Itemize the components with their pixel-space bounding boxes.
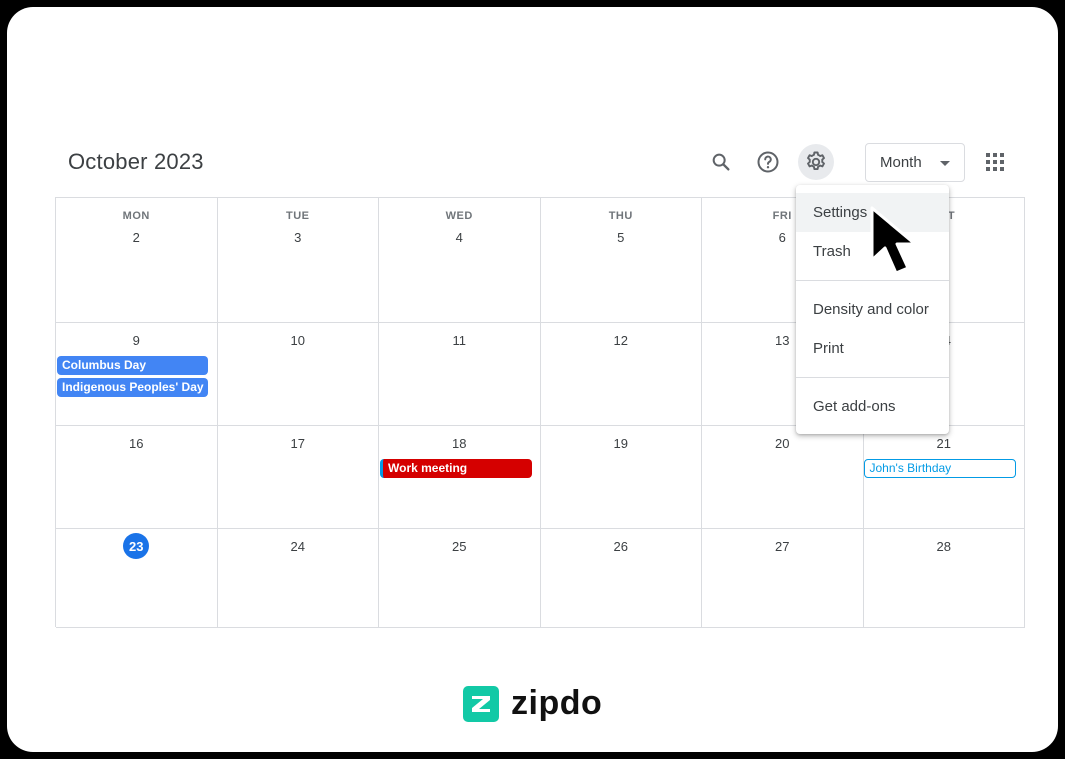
help-icon <box>757 151 779 173</box>
date-number[interactable]: 3 <box>218 230 379 245</box>
menu-divider <box>796 377 949 378</box>
search-icon <box>712 153 730 171</box>
gear-icon <box>807 151 825 171</box>
view-selector-button[interactable]: Month <box>865 143 965 182</box>
screenshot-frame: October 2023 Month MON 2 TUE 3 WED 4 THU… <box>7 7 1058 752</box>
day-cell[interactable]: 24 <box>217 529 379 628</box>
date-number[interactable]: 28 <box>864 539 1025 554</box>
help-button[interactable] <box>750 144 786 180</box>
date-number[interactable]: 17 <box>218 436 379 451</box>
day-cell[interactable]: 21 John's Birthday <box>863 426 1025 529</box>
apps-grid-icon <box>986 153 1004 171</box>
day-cell[interactable]: WED 4 <box>379 198 541 323</box>
menu-item-print[interactable]: Print <box>796 329 949 368</box>
weekday-label: TUE <box>286 210 310 222</box>
date-number[interactable]: 2 <box>56 230 217 245</box>
weekday-label: MON <box>122 210 150 222</box>
day-cell[interactable]: 28 <box>863 529 1025 628</box>
caret-down-icon <box>940 161 950 166</box>
date-number[interactable]: 4 <box>379 230 540 245</box>
date-number[interactable]: 27 <box>702 539 863 554</box>
day-cell[interactable]: 11 <box>379 323 541 426</box>
settings-button[interactable] <box>798 144 834 180</box>
mouse-pointer-icon <box>870 206 917 275</box>
date-number[interactable]: 26 <box>541 539 702 554</box>
date-number[interactable]: 21 <box>864 436 1025 451</box>
day-cell[interactable]: 19 <box>540 426 702 529</box>
day-cell[interactable]: 17 <box>217 426 379 529</box>
date-number[interactable]: 10 <box>218 333 379 348</box>
menu-item-get-add-ons[interactable]: Get add-ons <box>796 387 949 426</box>
date-number[interactable]: 20 <box>702 436 863 451</box>
weekday-label: WED <box>445 210 473 222</box>
day-cell[interactable]: MON 2 <box>56 198 218 323</box>
search-button[interactable] <box>703 144 739 180</box>
day-cell[interactable]: THU 5 <box>540 198 702 323</box>
zipdo-logo-icon <box>463 685 499 722</box>
brand-name: zipdo <box>511 684 603 722</box>
event-johns-birthday[interactable]: John's Birthday <box>863 459 1016 478</box>
day-cell[interactable]: 9 Columbus Day Indigenous Peoples' Day <box>56 323 218 426</box>
date-number[interactable]: 25 <box>379 539 540 554</box>
date-number[interactable]: 18 <box>379 436 540 451</box>
date-number[interactable]: 9 <box>56 333 217 348</box>
event-indigenous-peoples-day[interactable]: Indigenous Peoples' Day <box>57 378 208 397</box>
day-cell[interactable]: 20 <box>702 426 864 529</box>
menu-item-density-and-color[interactable]: Density and color <box>796 290 949 329</box>
date-number[interactable]: 5 <box>541 230 702 245</box>
day-cell[interactable]: 25 <box>379 529 541 628</box>
day-cell[interactable]: 16 <box>56 426 218 529</box>
day-cell[interactable]: 18 Work meeting <box>379 426 541 529</box>
today-date-badge[interactable]: 23 <box>123 533 150 559</box>
day-cell[interactable]: 27 <box>702 529 864 628</box>
view-selector-label: Month <box>880 154 922 171</box>
day-cell[interactable]: 10 <box>217 323 379 426</box>
day-cell[interactable]: TUE 3 <box>217 198 379 323</box>
brand-logo: zipdo <box>463 684 602 723</box>
event-columbus-day[interactable]: Columbus Day <box>57 356 208 375</box>
date-number[interactable]: 16 <box>56 436 217 451</box>
day-cell[interactable]: 26 <box>540 529 702 628</box>
day-cell[interactable]: 12 <box>540 323 702 426</box>
weekday-label: THU <box>608 210 633 222</box>
apps-button[interactable] <box>977 144 1013 180</box>
event-work-meeting[interactable]: Work meeting <box>380 459 532 478</box>
date-number[interactable]: 11 <box>379 333 540 348</box>
date-number[interactable]: 12 <box>541 333 702 348</box>
date-number[interactable]: 24 <box>218 539 379 554</box>
calendar-title: October 2023 <box>68 149 204 174</box>
date-number[interactable]: 19 <box>541 436 702 451</box>
day-cell[interactable]: 23 <box>56 529 218 628</box>
